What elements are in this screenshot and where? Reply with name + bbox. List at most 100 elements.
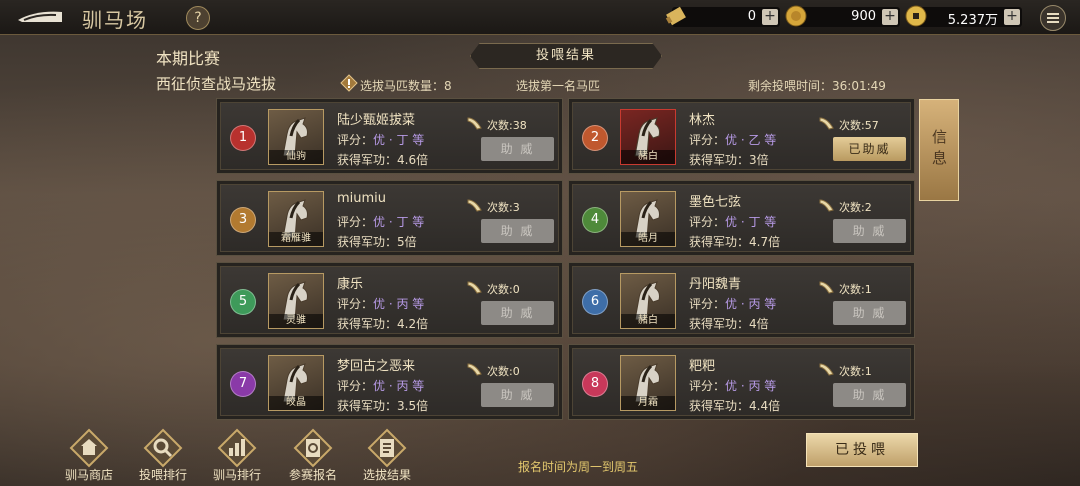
shop-icon: [69, 428, 109, 468]
nav-selection-result[interactable]: 选拔结果: [356, 428, 418, 486]
player-name: 陆少甄姬拔菜: [337, 113, 416, 128]
horn-icon: [819, 117, 834, 130]
menu-button[interactable]: [1040, 5, 1066, 31]
rating-label: 评分：: [337, 297, 374, 311]
entry-card: 4 皓月 墨色七弦 评分：优 · 丁 等 获得军功：4.7倍 次数:2 助 威: [568, 180, 915, 256]
rating-label: 评分：: [689, 379, 726, 393]
cheer-button[interactable]: 助 威: [481, 219, 554, 243]
info-tab[interactable]: 信息: [919, 99, 959, 201]
cheer-button[interactable]: 助 威: [833, 219, 906, 243]
merit-multiplier: 获得军功：4.4倍: [689, 399, 781, 413]
entry-card: 2 赭白 林杰 评分：优 · 乙 等 获得军功：3倍 次数:57 已助威: [568, 98, 915, 174]
horse-portrait[interactable]: 仙驹: [268, 109, 324, 165]
nav-label: 投喂排行: [138, 468, 187, 482]
top-bar: 驯马场 ? 0 + 900 + 5.237万 +: [0, 0, 1080, 35]
search-icon: [143, 428, 183, 468]
player-name: 墨色七弦: [689, 195, 742, 210]
cheer-count: 次数:0: [467, 281, 520, 297]
player-name: 康乐: [337, 277, 364, 292]
first-place-label: 选拔第一名马匹: [516, 79, 601, 93]
rank-badge: 1: [230, 125, 256, 151]
add-gold-button[interactable]: +: [882, 9, 898, 25]
rating-grade: 优 · 丁 等: [373, 215, 425, 229]
rank-badge: 7: [230, 371, 256, 397]
gold-coin-icon: [785, 5, 807, 27]
nav-feed-ranking[interactable]: 投喂排行: [132, 428, 194, 486]
player-name: 粑粑: [689, 359, 716, 374]
add-copper-button[interactable]: +: [1004, 9, 1020, 25]
horse-portrait[interactable]: 月霜: [620, 355, 676, 411]
cheer-button[interactable]: 助 威: [481, 137, 554, 161]
rating: 评分：优 · 丁 等: [689, 213, 776, 230]
rating-grade: 优 · 丙 等: [725, 297, 777, 311]
gold-count: 900: [851, 9, 876, 24]
merit-multiplier: 获得军功：3倍: [689, 153, 769, 167]
nav-label: 驯马商店: [64, 468, 113, 482]
rating-grade: 优 · 乙 等: [725, 133, 777, 147]
rating-grade: 优 · 丙 等: [373, 297, 425, 311]
resource-scroll: 0 +: [665, 6, 780, 27]
cheer-button[interactable]: 已助威: [833, 137, 906, 161]
entry-card: 8 月霜 粑粑 评分：优 · 丙 等 获得军功：4.4倍 次数:1 助 威: [568, 344, 915, 420]
event-name: 西征侦查战马选拔: [156, 75, 277, 93]
back-arrow-icon[interactable]: [16, 8, 64, 26]
horn-icon: [467, 199, 482, 212]
rating: 评分：优 · 丙 等: [337, 295, 424, 312]
nav-horse-shop[interactable]: 驯马商店: [58, 428, 120, 486]
cheer-button[interactable]: 助 威: [481, 301, 554, 325]
rating-label: 评分：: [337, 379, 374, 393]
horse-portrait[interactable]: 灵骓: [268, 273, 324, 329]
cheer-count: 次数:1: [819, 281, 872, 297]
player-name: miumiu: [337, 191, 387, 206]
cheer-button[interactable]: 助 威: [833, 301, 906, 325]
horse-portrait[interactable]: 皓月: [620, 191, 676, 247]
add-scroll-button[interactable]: +: [762, 9, 778, 25]
feed-result-banner[interactable]: 投喂结果: [470, 43, 662, 69]
horse-name: 月霜: [621, 396, 675, 410]
rating-grade: 优 · 丙 等: [725, 379, 777, 393]
rating-label: 评分：: [337, 133, 374, 147]
horse-portrait[interactable]: 皎晶: [268, 355, 324, 411]
cheer-button[interactable]: 助 威: [481, 383, 554, 407]
cheer-count-text: 次数:1: [839, 283, 872, 296]
nav-horse-ranking[interactable]: 驯马排行: [206, 428, 268, 486]
menu-icon-line: [1047, 21, 1059, 23]
rating-label: 评分：: [689, 215, 726, 229]
fed-button[interactable]: 已投喂: [806, 433, 918, 467]
rank-badge: 8: [582, 371, 608, 397]
cheer-count-text: 次数:1: [839, 365, 872, 378]
nav-label: 驯马排行: [212, 468, 261, 482]
rating: 评分：优 · 丁 等: [337, 131, 424, 148]
player-name: 林杰: [689, 113, 716, 128]
cheer-count: 次数:2: [819, 199, 872, 215]
entry-card: 3 霜雁骓 miumiu 评分：优 · 丁 等 获得军功：5倍 次数:3 助 威: [216, 180, 563, 256]
entry-card: 6 赭白 丹阳魏青 评分：优 · 丙 等 获得军功：4倍 次数:1 助 威: [568, 262, 915, 338]
scroll-icon: [665, 6, 686, 26]
help-button[interactable]: ?: [186, 6, 210, 30]
bar-chart-icon: [217, 428, 257, 468]
merit-multiplier: 获得军功：4.7倍: [689, 235, 781, 249]
rating-grade: 优 · 丁 等: [373, 133, 425, 147]
merit-multiplier: 获得军功：3.5倍: [337, 399, 429, 413]
rating-label: 评分：: [689, 297, 726, 311]
rating: 评分：优 · 丙 等: [689, 295, 776, 312]
nav-signup[interactable]: 参赛报名: [282, 428, 344, 486]
merit-multiplier: 获得军功：4倍: [689, 317, 769, 331]
horn-icon: [467, 281, 482, 294]
cheer-count: 次数:1: [819, 363, 872, 379]
horn-icon: [467, 117, 482, 130]
page-title: 驯马场: [82, 8, 148, 32]
cheer-count-text: 次数:57: [839, 119, 879, 132]
cheer-count-text: 次数:3: [487, 201, 520, 214]
player-name: 梦回古之恶来: [337, 359, 416, 374]
cheer-count: 次数:3: [467, 199, 520, 215]
rating-grade: 优 · 丁 等: [725, 215, 777, 229]
warning-icon: [340, 74, 358, 92]
menu-icon: [1047, 13, 1059, 15]
horse-portrait[interactable]: 赭白: [620, 109, 676, 165]
cheer-button[interactable]: 助 威: [833, 383, 906, 407]
horse-portrait[interactable]: 赭白: [620, 273, 676, 329]
rating-label: 评分：: [689, 133, 726, 147]
horse-portrait[interactable]: 霜雁骓: [268, 191, 324, 247]
rating: 评分：优 · 丙 等: [689, 377, 776, 394]
